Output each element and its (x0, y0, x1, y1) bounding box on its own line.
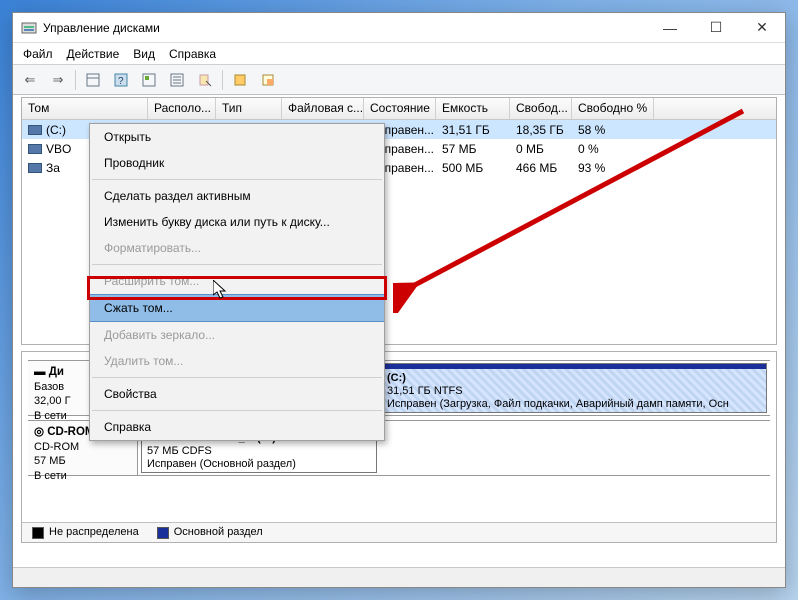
menu-action[interactable]: Действие (67, 47, 120, 61)
menu-item[interactable]: Свойства (90, 381, 384, 407)
menu-bar: Файл Действие Вид Справка (13, 43, 785, 65)
menu-item: Расширить том... (90, 268, 384, 294)
back-icon[interactable]: ⇐ (19, 69, 41, 91)
titlebar: Управление дисками — ☐ ✕ (13, 13, 785, 43)
column-header[interactable]: Файловая с... (282, 98, 364, 119)
disk-management-window: Управление дисками — ☐ ✕ Файл Действие В… (12, 12, 786, 588)
menu-item: Форматировать... (90, 235, 384, 261)
menu-file[interactable]: Файл (23, 47, 53, 61)
status-bar (13, 567, 785, 587)
list-icon[interactable] (166, 69, 188, 91)
menu-item[interactable]: Сжать том... (90, 294, 384, 322)
menu-item[interactable]: Сделать раздел активным (90, 183, 384, 209)
action2-icon[interactable] (257, 69, 279, 91)
svg-text:?: ? (118, 76, 124, 87)
column-headers: ТомРасполо...ТипФайловая с...СостояниеЕм… (22, 98, 776, 120)
maximize-button[interactable]: ☐ (693, 13, 739, 43)
menu-item[interactable]: Проводник (90, 150, 384, 176)
menu-item: Удалить том... (90, 348, 384, 374)
volume-box-c[interactable]: (C:) 31,51 ГБ NTFS Исправен (Загрузка, Ф… (381, 363, 767, 413)
window-title: Управление дисками (43, 21, 647, 35)
legend: Не распределена Основной раздел (22, 522, 776, 542)
context-menu: ОткрытьПроводник Сделать раздел активнымИ… (89, 123, 385, 441)
column-header[interactable]: Свободно % (572, 98, 654, 119)
app-icon (21, 20, 37, 36)
refresh-icon[interactable] (138, 69, 160, 91)
menu-item[interactable]: Изменить букву диска или путь к диску... (90, 209, 384, 235)
menu-help[interactable]: Справка (169, 47, 216, 61)
properties-icon[interactable] (194, 69, 216, 91)
close-button[interactable]: ✕ (739, 13, 785, 43)
column-header[interactable]: Том (22, 98, 148, 119)
column-header[interactable]: Состояние (364, 98, 436, 119)
menu-item[interactable]: Справка (90, 414, 384, 440)
toolbar: ⇐ ⇒ ? (13, 65, 785, 95)
help-icon[interactable]: ? (110, 69, 132, 91)
menu-item: Добавить зеркало... (90, 322, 384, 348)
menu-view[interactable]: Вид (133, 47, 155, 61)
column-header[interactable]: Емкость (436, 98, 510, 119)
action-icon[interactable] (229, 69, 251, 91)
forward-icon[interactable]: ⇒ (47, 69, 69, 91)
column-header[interactable]: Свобод... (510, 98, 572, 119)
menu-item[interactable]: Открыть (90, 124, 384, 150)
minimize-button[interactable]: — (647, 13, 693, 43)
tool-icon[interactable] (82, 69, 104, 91)
column-header[interactable]: Располо... (148, 98, 216, 119)
column-header[interactable]: Тип (216, 98, 282, 119)
